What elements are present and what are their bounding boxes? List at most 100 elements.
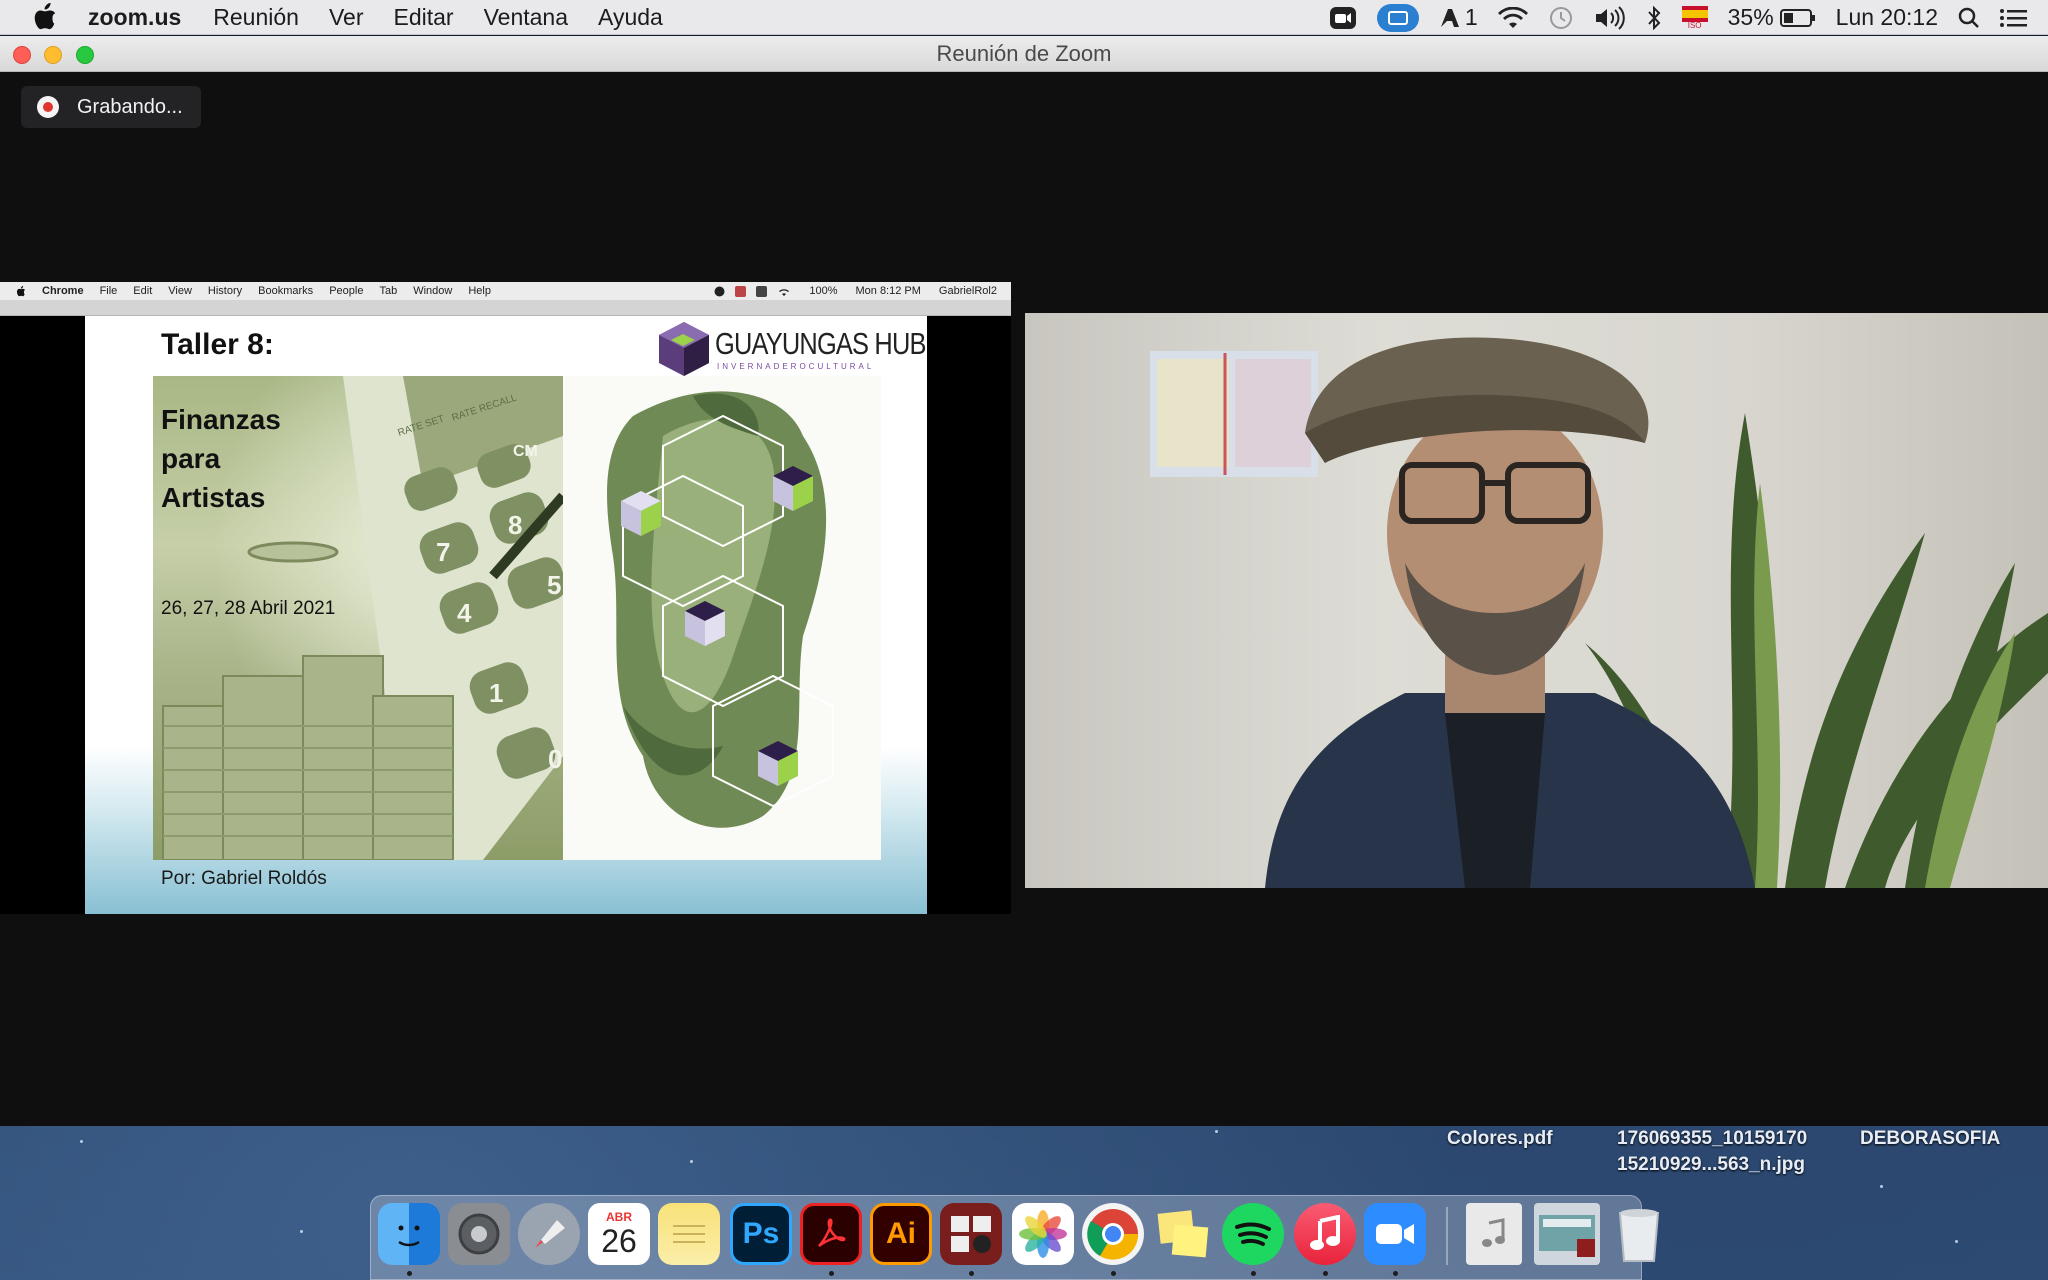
maximize-window-button[interactable] bbox=[76, 46, 94, 64]
stickies-icon[interactable] bbox=[1152, 1203, 1214, 1265]
shared-menu-item: Bookmarks bbox=[258, 285, 314, 297]
spotlight-search-icon[interactable] bbox=[1958, 0, 1980, 35]
shared-menu-item: Window bbox=[413, 285, 453, 297]
desktop-folder-deborasofia[interactable]: DEBORASOFIA bbox=[1860, 1126, 2000, 1152]
calc-key-5: 5 bbox=[547, 570, 561, 600]
record-icon bbox=[37, 96, 59, 118]
calc-key-0: 0 bbox=[548, 744, 562, 774]
photoshop-icon[interactable]: Ps bbox=[730, 1203, 792, 1265]
music-icon[interactable] bbox=[1294, 1203, 1356, 1265]
calc-key-4: 4 bbox=[457, 598, 472, 628]
shared-chrome-menubar: Chrome File Edit View History Bookmarks … bbox=[0, 282, 1011, 300]
battery-percent: 35% bbox=[1727, 4, 1774, 30]
running-indicator bbox=[407, 1271, 412, 1276]
volume-icon[interactable] bbox=[1594, 0, 1626, 35]
slide-author: Por: Gabriel Roldós bbox=[161, 868, 327, 889]
photos-icon[interactable] bbox=[1012, 1203, 1074, 1265]
bluetooth-icon[interactable] bbox=[1646, 0, 1662, 35]
menu-ver[interactable]: Ver bbox=[329, 4, 364, 31]
close-window-button[interactable] bbox=[13, 46, 31, 64]
shared-menu-item: People bbox=[329, 285, 364, 297]
wifi-icon bbox=[779, 288, 790, 296]
star bbox=[1215, 1130, 1218, 1133]
input-source-flag-icon[interactable]: ISO bbox=[1681, 0, 1708, 35]
calc-key-8: 8 bbox=[508, 510, 522, 540]
shared-user: GabrielRol2 bbox=[938, 285, 997, 297]
running-indicator bbox=[1323, 1271, 1328, 1276]
zoom-status-icon[interactable] bbox=[1329, 0, 1357, 35]
desktop-file-jpg[interactable]: 176069355_10159170 15210929...563_n.jpg bbox=[1617, 1126, 1807, 1178]
menu-ayuda[interactable]: Ayuda bbox=[598, 4, 663, 31]
system-preferences-icon[interactable] bbox=[448, 1203, 510, 1265]
adobe-cc-icon[interactable]: 1 bbox=[1439, 0, 1478, 35]
file-label: DEBORASOFIA bbox=[1860, 1128, 2001, 1149]
running-indicator bbox=[1393, 1271, 1398, 1276]
menubar-clock[interactable]: Lun 20:12 bbox=[1836, 0, 1938, 35]
finder-icon[interactable] bbox=[378, 1203, 440, 1265]
trash-icon[interactable] bbox=[1608, 1203, 1670, 1265]
menu-editar[interactable]: Editar bbox=[394, 4, 454, 31]
wifi-icon[interactable] bbox=[1497, 0, 1528, 35]
shared-screen[interactable]: Chrome File Edit View History Bookmarks … bbox=[0, 282, 1011, 914]
apple-icon bbox=[16, 285, 26, 296]
shared-clock: Mon 8:12 PM bbox=[855, 285, 921, 297]
guayungas-hub-logo: GUAYUNGAS HUB INVERNADEROCULTURAL bbox=[657, 318, 926, 378]
illustrator-icon[interactable]: Ai bbox=[870, 1203, 932, 1265]
botanical-illustration bbox=[607, 391, 834, 828]
logo-text: GUAYUNGAS HUB bbox=[715, 326, 926, 361]
flag-label: ISO bbox=[1687, 20, 1702, 30]
participant-video[interactable] bbox=[1025, 313, 2048, 888]
shared-battery: 100% bbox=[809, 285, 838, 297]
running-indicator bbox=[1251, 1271, 1256, 1276]
music-document-icon[interactable] bbox=[1466, 1203, 1522, 1265]
app-menu-zoom[interactable]: zoom.us bbox=[88, 4, 181, 31]
menu-ventana[interactable]: Ventana bbox=[484, 4, 568, 31]
star bbox=[690, 1160, 693, 1163]
slide-subtitle-line-1: Finanzas bbox=[161, 404, 281, 435]
desktop-file-colores-pdf[interactable]: Colores.pdf bbox=[1447, 1126, 1553, 1152]
recording-indicator[interactable]: Grabando... bbox=[21, 86, 201, 128]
dock-separator bbox=[1446, 1207, 1448, 1265]
shared-menu-item: View bbox=[168, 285, 192, 297]
preview-document-icon[interactable] bbox=[1534, 1203, 1600, 1265]
star bbox=[1955, 1240, 1958, 1243]
apple-menu-icon[interactable] bbox=[32, 3, 58, 31]
status-dot-icon bbox=[756, 285, 768, 297]
botanical-cubes-artwork bbox=[563, 376, 881, 860]
shared-app-name: Chrome bbox=[42, 285, 84, 297]
acrobat-icon[interactable] bbox=[800, 1203, 862, 1265]
star bbox=[300, 1230, 303, 1233]
recording-label: Grabando... bbox=[77, 95, 183, 118]
window-titlebar[interactable]: Reunión de Zoom bbox=[0, 36, 2048, 72]
calendar-day: 26 bbox=[601, 1223, 637, 1259]
time-machine-icon[interactable] bbox=[1548, 0, 1574, 35]
notes-icon[interactable] bbox=[658, 1203, 720, 1265]
calc-key-cm: CM bbox=[513, 443, 538, 460]
shared-menu-item: Help bbox=[468, 285, 491, 297]
chrome-icon[interactable] bbox=[1082, 1203, 1144, 1265]
minimize-window-button[interactable] bbox=[44, 46, 62, 64]
zoom-icon[interactable] bbox=[1364, 1203, 1426, 1265]
slide-subtitle-line-3: Artistas bbox=[161, 482, 266, 513]
menu-reunion[interactable]: Reunión bbox=[213, 4, 299, 31]
photoshop-label: Ps bbox=[742, 1217, 780, 1250]
shared-menu-item: Tab bbox=[379, 285, 398, 297]
star bbox=[80, 1140, 83, 1143]
photo-booth-icon[interactable] bbox=[940, 1203, 1002, 1265]
launchpad-icon[interactable] bbox=[518, 1203, 580, 1265]
spotify-icon[interactable] bbox=[1222, 1203, 1284, 1265]
participant-video-frame bbox=[1150, 337, 2048, 888]
battery-icon bbox=[1779, 8, 1815, 27]
notification-center-icon[interactable] bbox=[2000, 0, 2028, 35]
file-label-line-2: 15210929...563_n.jpg bbox=[1617, 1154, 1806, 1175]
zoom-meeting-window: Reunión de Zoom Grabando... Chrome File … bbox=[0, 36, 2048, 1126]
star bbox=[1880, 1185, 1883, 1188]
calendar-icon[interactable]: ABR 26 bbox=[588, 1203, 650, 1265]
window-title: Reunión de Zoom bbox=[936, 40, 1112, 66]
battery-status[interactable]: 35% bbox=[1728, 0, 1816, 35]
shared-chrome-tabstrip bbox=[0, 300, 1011, 316]
mac-menubar: zoom.us Reunión Ver Editar Ventana Ayuda… bbox=[0, 0, 2048, 35]
calendar-month: ABR bbox=[606, 1210, 632, 1224]
screen-share-status-icon[interactable] bbox=[1376, 0, 1419, 35]
running-indicator bbox=[1111, 1271, 1116, 1276]
